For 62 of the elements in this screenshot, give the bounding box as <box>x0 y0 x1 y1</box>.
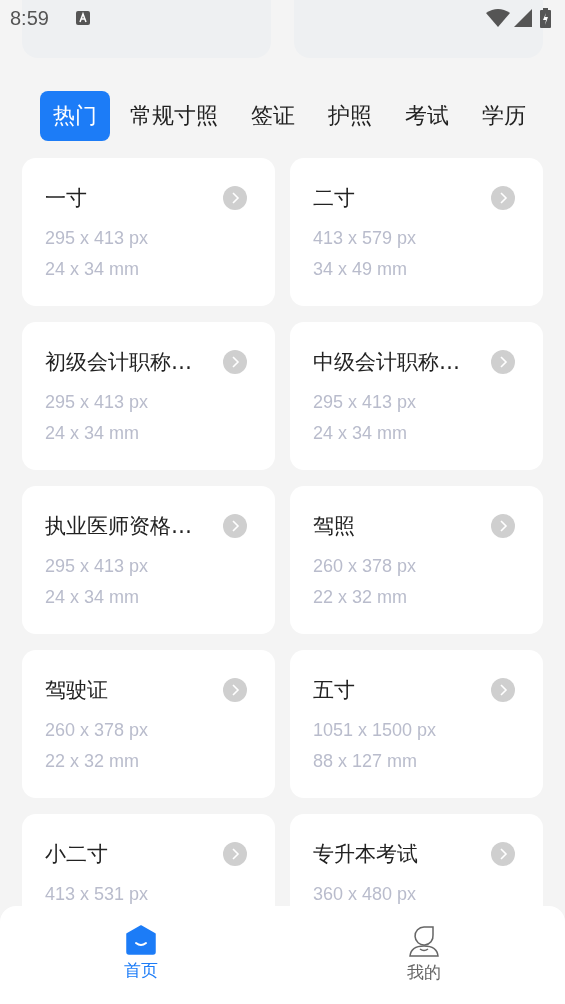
photo-spec: 360 x 480 px <box>313 884 417 905</box>
nav-tab[interactable]: 首页 <box>0 906 283 1004</box>
size-card[interactable]: 小二寸 413 x 531 px <box>22 814 275 906</box>
chevron-right-icon[interactable] <box>223 842 247 866</box>
battery-icon <box>540 8 551 28</box>
photo-spec: 295 x 413 px <box>45 392 149 413</box>
photo-spec: 413 x 531 px <box>45 884 149 905</box>
user-icon <box>408 925 439 957</box>
size-card[interactable]: 中级会计职称… 295 x 413 px 24 x 34 mm <box>290 322 543 470</box>
chevron-right-icon[interactable] <box>491 350 515 374</box>
home-icon <box>126 925 157 955</box>
wifi-icon <box>486 9 510 27</box>
card-title: 二寸 <box>313 185 355 212</box>
card-title: 驾照 <box>313 513 355 540</box>
size-card[interactable]: 初级会计职称… 295 x 413 px 24 x 34 mm <box>22 322 275 470</box>
signal-icon <box>514 9 532 27</box>
chevron-right-icon[interactable] <box>491 186 515 210</box>
photo-spec: 295 x 413 px <box>45 228 149 249</box>
chevron-right-icon[interactable] <box>491 514 515 538</box>
size-card[interactable]: 驾驶证 260 x 378 px 22 x 32 mm <box>22 650 275 798</box>
card-title: 中级会计职称… <box>313 349 460 376</box>
size-card[interactable]: 一寸 295 x 413 px 24 x 34 mm <box>22 158 275 306</box>
photo-spec: 1051 x 1500 px <box>313 720 437 741</box>
chevron-right-icon[interactable] <box>223 678 247 702</box>
chevron-right-icon[interactable] <box>223 350 247 374</box>
card-title: 五寸 <box>313 677 355 704</box>
status-time: 8:59 <box>10 6 49 30</box>
photo-spec: 24 x 34 mm <box>313 423 408 444</box>
photo-spec: 22 x 32 mm <box>313 587 408 608</box>
size-card[interactable]: 驾照 260 x 378 px 22 x 32 mm <box>290 486 543 634</box>
photo-spec: 260 x 378 px <box>313 556 417 577</box>
nav-tab[interactable]: 我的 <box>282 906 565 1004</box>
card-title: 初级会计职称… <box>45 349 192 376</box>
photo-spec: 295 x 413 px <box>313 392 417 413</box>
photo-spec: 34 x 49 mm <box>313 259 408 280</box>
category-tab[interactable]: 护照 <box>315 91 385 141</box>
photo-spec: 24 x 34 mm <box>45 423 140 444</box>
size-card[interactable]: 专升本考试 360 x 480 px <box>290 814 543 906</box>
photo-spec: 24 x 34 mm <box>45 259 140 280</box>
photo-spec: 24 x 34 mm <box>45 587 140 608</box>
card-title: 执业医师资格… <box>45 513 192 540</box>
category-tab[interactable]: 考试 <box>392 91 462 141</box>
size-card[interactable]: 执业医师资格… 295 x 413 px 24 x 34 mm <box>22 486 275 634</box>
category-tab[interactable]: 常规寸照 <box>117 91 231 141</box>
photo-spec: 413 x 579 px <box>313 228 417 249</box>
category-tab[interactable]: 学历 <box>469 91 539 141</box>
category-tab[interactable]: 签证 <box>238 91 308 141</box>
card-title: 驾驶证 <box>45 677 108 704</box>
photo-spec: 88 x 127 mm <box>313 751 418 772</box>
card-title: 专升本考试 <box>313 841 418 868</box>
chevron-right-icon[interactable] <box>491 678 515 702</box>
size-card[interactable]: 二寸 413 x 579 px 34 x 49 mm <box>290 158 543 306</box>
photo-spec: 260 x 378 px <box>45 720 149 741</box>
category-tab[interactable]: 热门 <box>40 91 110 141</box>
chevron-right-icon[interactable] <box>223 514 247 538</box>
chevron-right-icon[interactable] <box>223 186 247 210</box>
photo-spec: 22 x 32 mm <box>45 751 140 772</box>
photo-spec: 295 x 413 px <box>45 556 149 577</box>
card-title: 一寸 <box>45 185 87 212</box>
size-card[interactable]: 五寸 1051 x 1500 px 88 x 127 mm <box>290 650 543 798</box>
chevron-right-icon[interactable] <box>491 842 515 866</box>
card-title: 小二寸 <box>45 841 108 868</box>
